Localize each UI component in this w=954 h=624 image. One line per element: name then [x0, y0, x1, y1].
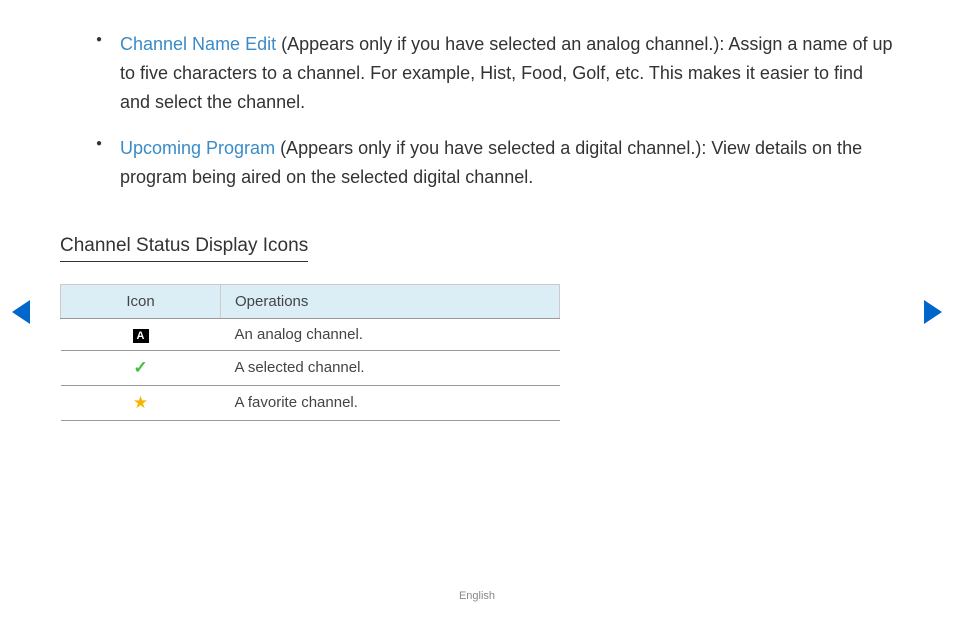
- table-row: ✓ A selected channel.: [61, 350, 560, 385]
- bullet-list: Channel Name Edit (Appears only if you h…: [60, 30, 894, 192]
- prev-arrow-icon[interactable]: [12, 300, 30, 324]
- th-icon: Icon: [61, 284, 221, 318]
- section-title: Channel Status Display Icons: [60, 235, 308, 262]
- footer-language: English: [0, 590, 954, 602]
- cell-ops: A favorite channel.: [221, 385, 560, 420]
- star-icon: ★: [133, 393, 148, 412]
- cell-ops: A selected channel.: [221, 350, 560, 385]
- icon-table: Icon Operations A An analog channel. ✓ A…: [60, 284, 560, 421]
- table-row: A An analog channel.: [61, 318, 560, 350]
- analog-icon: A: [133, 329, 149, 343]
- next-arrow-icon[interactable]: [924, 300, 942, 324]
- bullet-title: Channel Name Edit: [120, 34, 276, 54]
- th-operations: Operations: [221, 284, 560, 318]
- cell-icon: ★: [61, 385, 221, 420]
- cell-icon: ✓: [61, 350, 221, 385]
- cell-icon: A: [61, 318, 221, 350]
- page-content: Channel Name Edit (Appears only if you h…: [0, 0, 954, 421]
- bullet-channel-name-edit: Channel Name Edit (Appears only if you h…: [120, 30, 894, 116]
- check-icon: ✓: [133, 358, 147, 377]
- cell-ops: An analog channel.: [221, 318, 560, 350]
- table-row: ★ A favorite channel.: [61, 385, 560, 420]
- bullet-title: Upcoming Program: [120, 138, 275, 158]
- bullet-upcoming-program: Upcoming Program (Appears only if you ha…: [120, 134, 894, 192]
